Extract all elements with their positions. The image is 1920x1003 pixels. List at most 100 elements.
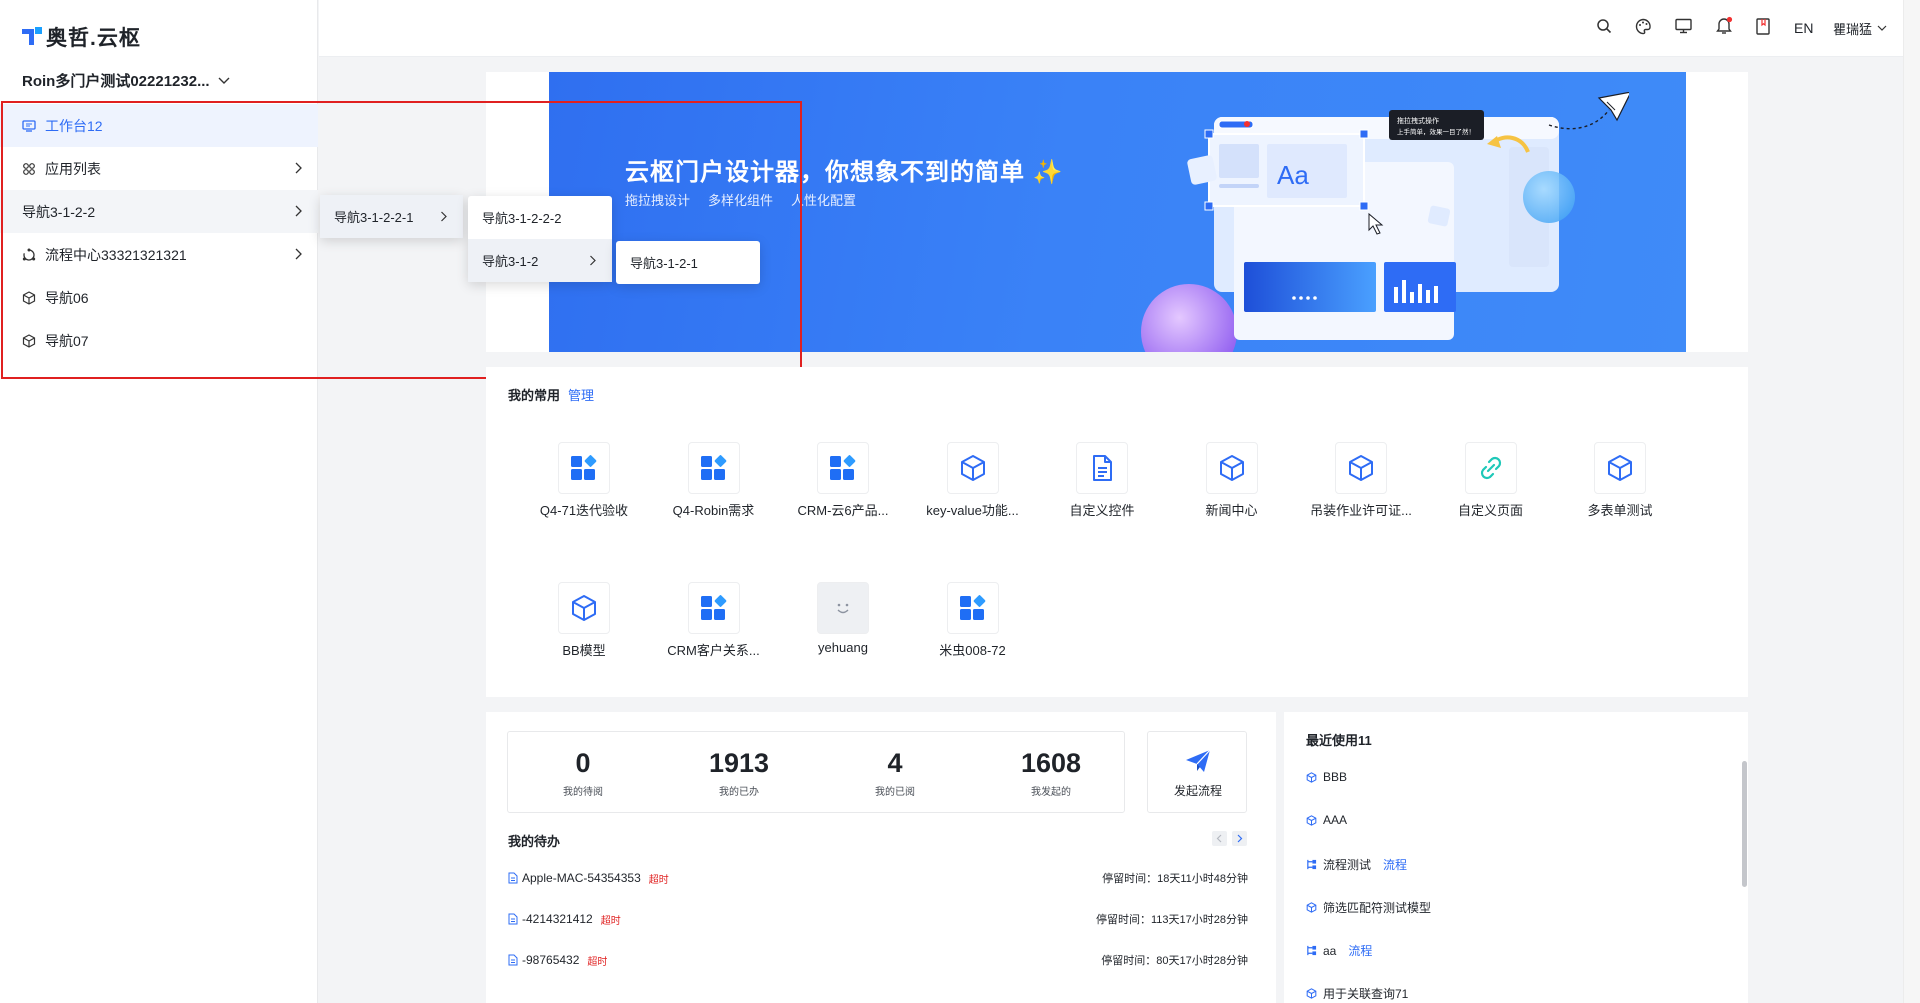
tenant-name: Roin多门户测试02221232... <box>22 73 210 90</box>
banner-subtitle: 拖拉拽设计 <box>625 193 691 208</box>
todo-name: -4214321412 <box>522 912 593 926</box>
recent-item[interactable]: BBB <box>1306 770 1347 784</box>
todo-row[interactable]: -4214321412 超时 停留时间：113天17小时28分钟 <box>508 909 1248 929</box>
grid-app-icon <box>687 442 740 494</box>
tooltip-title: 拖拉拽式操作 <box>1397 116 1439 125</box>
stat-done[interactable]: 1913 我的已办 <box>664 732 814 798</box>
theme-icon[interactable] <box>1635 18 1652 35</box>
favorite-app[interactable]: 米虫008-72 <box>909 582 1027 692</box>
recent-item-name: AAA <box>1323 813 1348 827</box>
brand-name: 奥哲.云枢 <box>46 27 141 50</box>
favorite-app[interactable]: yehuang <box>779 582 897 692</box>
flow-icon <box>22 248 36 261</box>
designer-illustration: Aa 拖拉拽式操作 上手简单，效果一目了然！ <box>1141 92 1629 352</box>
document-icon <box>508 872 518 884</box>
todo-row[interactable]: Apple-MAC-54354353 超时 停留时间：18天11小时48分钟 <box>508 868 1248 888</box>
sidebar-item-label: 导航3-1-2-2 <box>22 203 96 220</box>
recent-item[interactable]: AAA <box>1306 813 1347 827</box>
recent-item[interactable]: 筛选匹配符测试模型 <box>1306 899 1431 916</box>
submenu-item-label: 导航3-1-2-2-2 <box>482 211 562 226</box>
sidebar-item-workbench[interactable]: 工作台12 <box>0 104 318 147</box>
cube-icon <box>22 290 36 305</box>
stat-to-read[interactable]: 0 我的待阅 <box>508 732 658 798</box>
next-page-button[interactable] <box>1232 831 1247 846</box>
sidebar-item-nav06[interactable]: 导航06 <box>0 276 318 319</box>
submenu-level-1: 导航3-1-2-2-1 <box>320 195 463 238</box>
brand-logo[interactable]: 奥哲.云枢 <box>22 22 141 52</box>
sidebar-item-flow-center[interactable]: 流程中心33321321321 <box>0 233 318 276</box>
favorite-app[interactable]: Q4-Robin需求 <box>650 442 768 552</box>
favorite-app[interactable]: 吊装作业许可证... <box>1297 442 1415 552</box>
favorite-app-label: 自定义页面 <box>1457 503 1523 518</box>
submenu-item-nav-3-1-2-1[interactable]: 导航3-1-2-1 <box>616 241 760 284</box>
submenu-item-nav-3-1-2[interactable]: 导航3-1-2 <box>468 239 612 282</box>
favorite-app[interactable]: key-value功能... <box>909 442 1027 552</box>
favorite-app[interactable]: 自定义控件 <box>1038 442 1156 552</box>
workbench-icon <box>22 119 36 132</box>
favorite-app-label: 新闻中心 <box>1205 503 1258 518</box>
page-scrollbar[interactable] <box>1903 0 1920 1003</box>
tooltip-body: 上手简单，效果一目了然！ <box>1397 127 1475 136</box>
recent-item[interactable]: 流程测试 流程 <box>1306 856 1407 873</box>
favorite-app[interactable]: BB模型 <box>520 582 638 692</box>
submenu-level-3: 导航3-1-2-1 <box>616 241 760 284</box>
sidebar-item-label: 流程中心33321321321 <box>45 246 187 263</box>
todo-title: 我的待办 <box>508 834 561 849</box>
search-icon[interactable] <box>1596 18 1612 34</box>
recent-item[interactable]: aa 流程 <box>1306 942 1372 959</box>
paper-plane-icon <box>1186 749 1211 772</box>
todo-row[interactable]: -98765432 超时 停留时间：80天17小时28分钟 <box>508 950 1248 970</box>
user-menu[interactable]: 瞿瑞猛 <box>1833 19 1887 38</box>
overdue-tag: 超时 <box>648 874 669 886</box>
recent-item-name: 流程测试 <box>1323 858 1372 872</box>
submenu-item-nav-3-1-2-2-2[interactable]: 导航3-1-2-2-2 <box>468 196 612 239</box>
favorite-app[interactable]: Q4-71迭代验收 <box>520 442 638 552</box>
bell-icon[interactable] <box>1715 16 1733 35</box>
content-scrollbar-thumb[interactable] <box>1742 761 1747 887</box>
language-switch[interactable]: EN <box>1794 20 1813 36</box>
stat-label: 我的已阅 <box>875 787 915 798</box>
favorites-card: 我的常用 管理 Q4-71迭代验收 Q4-Robin需求 CRM-云6产品... key… <box>486 367 1748 697</box>
chevron-right-icon <box>295 248 302 260</box>
stat-read[interactable]: 4 我的已阅 <box>820 732 970 798</box>
submenu-item-nav-3-1-2-2-1[interactable]: 导航3-1-2-2-1 <box>320 195 463 238</box>
stat-initiated[interactable]: 1608 我发起的 <box>976 732 1126 798</box>
favorites-title: 我的常用 <box>508 388 561 403</box>
user-name: 瞿瑞猛 <box>1833 22 1873 37</box>
favorite-app[interactable]: CRM-云6产品... <box>779 442 897 552</box>
sidebar-item-nav07[interactable]: 导航07 <box>0 319 318 362</box>
favorite-app[interactable]: 自定义页面 <box>1427 442 1545 552</box>
chevron-right-icon <box>295 162 302 174</box>
stats-panel: 0 我的待阅 1913 我的已办 4 我的已阅 1608 我发起的 <box>507 731 1125 813</box>
sidebar-item-app-list[interactable]: 应用列表 <box>0 147 318 190</box>
stat-label: 我发起的 <box>1031 787 1071 798</box>
sidebar-item-nav-3-1-2-2[interactable]: 导航3-1-2-2 <box>0 190 318 233</box>
favorite-app[interactable]: CRM客户关系... <box>650 582 768 692</box>
submenu-item-label: 导航3-1-2-1 <box>630 256 698 271</box>
recent-item-name: 用于关联查询71 <box>1323 987 1409 1001</box>
start-flow-button[interactable]: 发起流程 <box>1147 731 1247 813</box>
flow-node-icon <box>1306 859 1317 870</box>
book-icon[interactable] <box>1756 18 1770 35</box>
favorite-app-label: 多表单测试 <box>1587 503 1653 518</box>
flow-node-icon <box>1306 945 1317 956</box>
tenant-switcher[interactable]: Roin多门户测试02221232... <box>22 70 230 91</box>
favorite-app[interactable]: 新闻中心 <box>1168 442 1286 552</box>
todo-name: -98765432 <box>522 953 580 967</box>
grid-app-icon <box>946 582 999 634</box>
recent-item[interactable]: 用于关联查询71 <box>1306 985 1408 1002</box>
cube-icon <box>22 333 36 348</box>
cube-icon <box>558 582 610 634</box>
favorite-app[interactable]: 多表单测试 <box>1556 442 1674 552</box>
favorite-app-label: 米虫008-72 <box>939 643 1006 658</box>
recent-item-name: 筛选匹配符测试模型 <box>1323 901 1432 915</box>
monitor-icon[interactable] <box>1675 18 1692 34</box>
prev-page-button[interactable] <box>1212 831 1227 846</box>
submenu-item-label: 导航3-1-2-2-1 <box>334 210 414 225</box>
chevron-right-icon <box>295 205 302 217</box>
grid-app-icon <box>558 442 610 494</box>
manage-link[interactable]: 管理 <box>568 388 594 403</box>
cube-icon <box>1306 814 1317 826</box>
document-icon <box>508 913 518 925</box>
favorite-app-label: Q4-71迭代验收 <box>539 503 629 518</box>
